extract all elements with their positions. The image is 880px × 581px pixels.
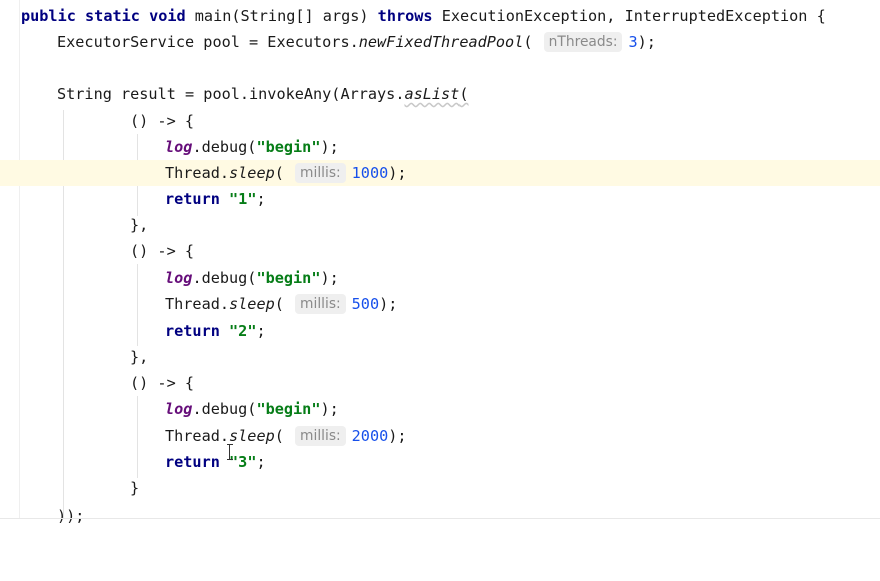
keyword: static [85, 7, 140, 25]
number-literal: 1000 [351, 164, 389, 182]
number-literal: 2000 [351, 427, 389, 445]
number-literal: 500 [351, 295, 380, 313]
semicolon: ; [256, 453, 266, 471]
log-field: log [165, 269, 193, 287]
code-line[interactable]: return "2"; [0, 318, 880, 344]
string-literal: "begin" [256, 138, 321, 156]
paren-close: ); [320, 138, 339, 156]
list-close: )); [57, 507, 85, 525]
code-line[interactable]: log.debug("begin"); [0, 396, 880, 422]
paren-close: ); [379, 295, 398, 313]
string-literal: "1" [229, 190, 257, 208]
code-line[interactable]: return "3"; [0, 449, 880, 475]
keyword: return [165, 190, 220, 208]
code-line[interactable]: ExecutorService pool = Executors.newFixe… [0, 29, 880, 55]
code-line[interactable]: }, [0, 344, 880, 370]
code-line[interactable]: public static void main(String[] args) t… [0, 3, 880, 29]
code-line[interactable]: Thread.sleep( millis: 2000); [0, 423, 880, 449]
keyword: public [21, 7, 76, 25]
parameter-hint: millis: [295, 294, 346, 314]
thread-class: Thread. [165, 295, 230, 313]
sleep-method: sleep [229, 427, 275, 445]
exception-list: ExecutionException, InterruptedException… [432, 7, 826, 25]
keyword: void [149, 7, 186, 25]
debug-call: .debug( [192, 269, 257, 287]
code-line[interactable]: String result = pool.invokeAny(Arrays.as… [0, 81, 880, 107]
semicolon: ; [256, 190, 266, 208]
parameter-hint: millis: [295, 426, 346, 446]
method-call: newFixedThreadPool [358, 33, 524, 51]
pool-declaration: ExecutorService pool = Executors. [57, 33, 359, 51]
parameter-hint: millis: [295, 163, 346, 183]
code-line[interactable]: )); [0, 503, 880, 529]
thread-class: Thread. [165, 427, 230, 445]
debug-call: .debug( [192, 400, 257, 418]
code-line[interactable]: () -> { [0, 108, 880, 134]
paren: ( [274, 164, 284, 182]
mouse-ibeam-cursor [227, 444, 233, 460]
string-literal: "begin" [256, 269, 321, 287]
lambda-close: } [130, 479, 140, 497]
code-line[interactable]: } [0, 475, 880, 501]
thread-class: Thread. [165, 164, 230, 182]
paren-close: ); [320, 269, 339, 287]
keyword: throws [377, 7, 433, 25]
method-name-params: main(String[] args) [185, 7, 378, 25]
paren-close: ); [388, 427, 407, 445]
paren: ( [274, 295, 284, 313]
code-line[interactable]: () -> { [0, 370, 880, 396]
sleep-method: sleep [229, 164, 275, 182]
lambda-open: () -> { [130, 112, 195, 130]
lambda-open: () -> { [130, 242, 195, 260]
code-editor[interactable]: public static void main(String[] args) t… [0, 0, 880, 525]
code-line[interactable]: Thread.sleep( millis: 500); [0, 291, 880, 317]
string-literal: "3" [229, 453, 257, 471]
paren: ( [459, 85, 469, 103]
code-line[interactable]: log.debug("begin"); [0, 134, 880, 160]
paren-close: ); [637, 33, 656, 51]
code-line[interactable]: }, [0, 212, 880, 238]
method-call: asList [404, 85, 460, 103]
paren: ( [274, 427, 284, 445]
log-field: log [165, 138, 193, 156]
current-code-line[interactable]: Thread.sleep( millis: 1000); [0, 160, 880, 186]
parameter-hint: nThreads: [543, 32, 623, 52]
paren-close: ); [388, 164, 407, 182]
result-declaration: String result = pool.invokeAny(Arrays. [57, 85, 405, 103]
lambda-close: }, [130, 348, 149, 366]
code-line[interactable]: () -> { [0, 238, 880, 264]
paren: ( [523, 33, 533, 51]
lambda-open: () -> { [130, 374, 195, 392]
log-field: log [165, 400, 193, 418]
paren-close: ); [320, 400, 339, 418]
code-line[interactable]: return "1"; [0, 186, 880, 212]
string-literal: "begin" [256, 400, 321, 418]
sleep-method: sleep [229, 295, 275, 313]
keyword: return [165, 322, 220, 340]
number-literal: 3 [628, 33, 638, 51]
string-literal: "2" [229, 322, 257, 340]
keyword: return [165, 453, 220, 471]
debug-call: .debug( [192, 138, 257, 156]
code-line[interactable]: log.debug("begin"); [0, 265, 880, 291]
lambda-close: }, [130, 216, 149, 234]
semicolon: ; [256, 322, 266, 340]
